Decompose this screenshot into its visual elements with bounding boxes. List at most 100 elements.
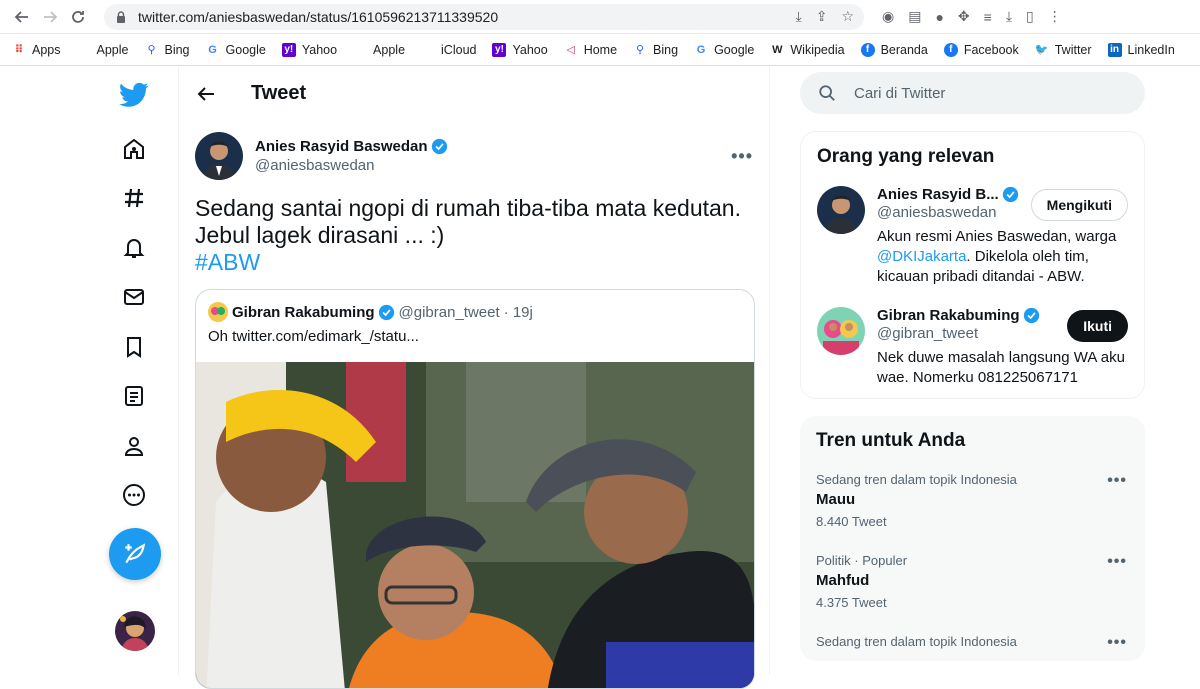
linkedin-icon: in [1107,42,1122,57]
person-avatar[interactable] [817,307,865,355]
sidepanel-icon[interactable]: ▯ [1026,8,1034,25]
account-avatar[interactable] [115,611,155,651]
trend-count: 8.440 Tweet [816,514,887,529]
quote-author-name[interactable]: Gibran Rakabuming [232,304,375,321]
more-options-icon[interactable]: ••• [1107,634,1127,652]
relevant-people-panel: Orang yang relevan Anies Rasyid B... @an… [800,131,1145,399]
more-options-icon[interactable]: ••• [1107,472,1127,490]
bookmark-apps[interactable]: ⠿ Apps [12,43,61,57]
bookmark-beranda[interactable]: f Beranda [860,42,928,57]
verified-badge-icon [1002,186,1018,203]
install-icon[interactable]: ⤓ [796,8,802,25]
bookmark-bing[interactable]: ⚲ Bing [144,43,189,57]
wikipedia-icon: W [772,43,783,56]
person-name[interactable]: Anies Rasyid B... [877,186,999,203]
lock-icon [117,10,125,23]
back-icon[interactable] [8,3,36,31]
tweet-text-line-1: Sedang santai ngopi di rumah tiba-tiba m… [195,195,741,221]
reader-icon[interactable]: ▤ [908,8,921,25]
bookmark-home[interactable]: ◁ Home [564,43,617,57]
bookmark-apple[interactable]: Apple [353,43,405,57]
bookmark-wikipedia[interactable]: W Wikipedia [770,43,844,57]
hashtag-link[interactable]: #ABW [195,249,753,276]
bookmark-apple[interactable]: Apple [77,43,129,57]
forward-icon[interactable] [36,3,64,31]
bookmark-google[interactable]: G Google [694,43,755,57]
extension-icon-2[interactable]: ● [935,9,943,25]
search-input[interactable]: Cari di Twitter [854,85,945,102]
bookmark-label: Facebook [963,42,1019,57]
back-arrow-icon[interactable] [195,83,217,105]
address-bar[interactable]: twitter.com/aniesbaswedan/status/1610596… [104,3,864,30]
compose-tweet-button[interactable] [109,528,161,580]
bookmark-facebook[interactable]: f Facebook [943,42,1019,57]
bookmark-label: Google [225,42,266,57]
facebook-icon: f [943,42,958,57]
quoted-tweet[interactable]: Gibran Rakabuming @gibran_tweet · 19j Oh… [195,289,755,689]
url-text: twitter.com/aniesbaswedan/status/1610596… [138,8,499,25]
extension-icon-1[interactable]: ◉ [882,8,894,25]
person-card[interactable]: Anies Rasyid B... @aniesbaswedan Akun re… [801,176,1144,297]
more-options-icon[interactable]: ••• [1107,553,1127,571]
trend-item[interactable]: Politik · Populer Mahfud 4.375 Tweet ••• [800,541,1145,622]
bookmark-label: Bing [653,42,679,57]
right-sidebar: Cari di Twitter Orang yang relevan Anies… [800,67,1145,661]
profile-icon[interactable] [114,426,154,466]
author-name[interactable]: Anies Rasyid Baswedan [255,138,428,155]
verified-badge-icon [1023,307,1039,324]
home-icon[interactable] [114,129,154,169]
trend-context: Politik · Populer [816,553,908,568]
bio-mention-link[interactable]: @DKIJakarta [877,248,966,265]
follow-button[interactable]: Ikuti [1067,310,1128,342]
reload-icon[interactable] [64,3,92,31]
explore-hashtag-icon[interactable] [114,178,154,218]
bookmarks-icon[interactable] [114,327,154,367]
bookmark-bing[interactable]: ⚲ Bing [633,43,678,57]
person-bio: Akun resmi Anies Baswedan, warga @DKIJak… [877,227,1128,287]
download-icon[interactable]: ⤓ [1006,8,1012,25]
search-box[interactable]: Cari di Twitter [800,72,1145,114]
puzzle-icon[interactable]: ✥ [958,8,970,25]
tweet-text-line-2: Jebul lagek dirasani ... :) [195,222,445,248]
verified-badge-icon [431,138,447,155]
more-options-icon[interactable]: ••• [731,146,753,167]
bookmark-icloud[interactable]: iCloud [421,43,476,57]
bookmark-label: Twitter [1054,42,1092,57]
bookmarks-bar: ⠿ Apps Apple ⚲ Bing G Google y! Yahoo Apple iCloud… [0,34,1200,66]
person-name[interactable]: Gibran Rakabuming [877,307,1020,324]
following-button[interactable]: Mengikuti [1030,189,1128,221]
share-icon[interactable]: ⇪ [816,8,828,25]
bookmark-label: Yahoo [301,42,338,57]
bookmark-twitter[interactable]: 🐦 Twitter [1035,43,1092,57]
person-card[interactable]: Gibran Rakabuming @gibran_tweet Nek duwe… [801,297,1144,398]
more-circle-icon[interactable] [114,475,154,515]
author-handle[interactable]: @aniesbaswedan [255,157,448,174]
trend-name: Mauu [816,491,856,508]
relevant-title: Orang yang relevan [817,146,995,167]
person-avatar[interactable] [817,186,865,234]
apple-icon [77,43,91,57]
quote-photo[interactable] [196,362,754,688]
bookmark-google[interactable]: G Google [206,43,266,57]
feather-plus-icon [125,543,146,564]
bookmark-linkedin[interactable]: in LinkedIn [1107,42,1175,57]
author-avatar[interactable] [195,132,243,180]
browser-toolbar: twitter.com/aniesbaswedan/status/1610596… [0,0,1200,34]
trend-name: Mahfud [816,572,870,589]
media-icon[interactable]: ≡ [984,9,992,25]
bookmark-star-icon[interactable]: ☆ [841,8,854,25]
trend-item[interactable]: Sedang tren dalam topik Indonesia ••• [800,622,1145,661]
messages-mail-icon[interactable] [114,277,154,317]
bookmark-yahoo[interactable]: y! Yahoo [281,42,338,57]
trend-item[interactable]: Sedang tren dalam topik Indonesia Mauu 8… [800,460,1145,541]
bookmark-label: Apple [373,42,406,57]
bookmark-yahoo[interactable]: y! Yahoo [492,42,548,57]
yahoo-icon: y! [492,42,507,57]
notifications-bell-icon[interactable] [114,228,154,268]
menu-icon[interactable]: ⋮ [1048,8,1062,25]
lists-icon[interactable] [114,376,154,416]
bing-icon: ⚲ [147,44,156,56]
tweet-column: Tweet Anies Rasyid Baswedan @aniesbaswed… [178,67,770,689]
twitter-logo-icon[interactable] [114,75,154,115]
verified-badge-icon [378,304,394,320]
